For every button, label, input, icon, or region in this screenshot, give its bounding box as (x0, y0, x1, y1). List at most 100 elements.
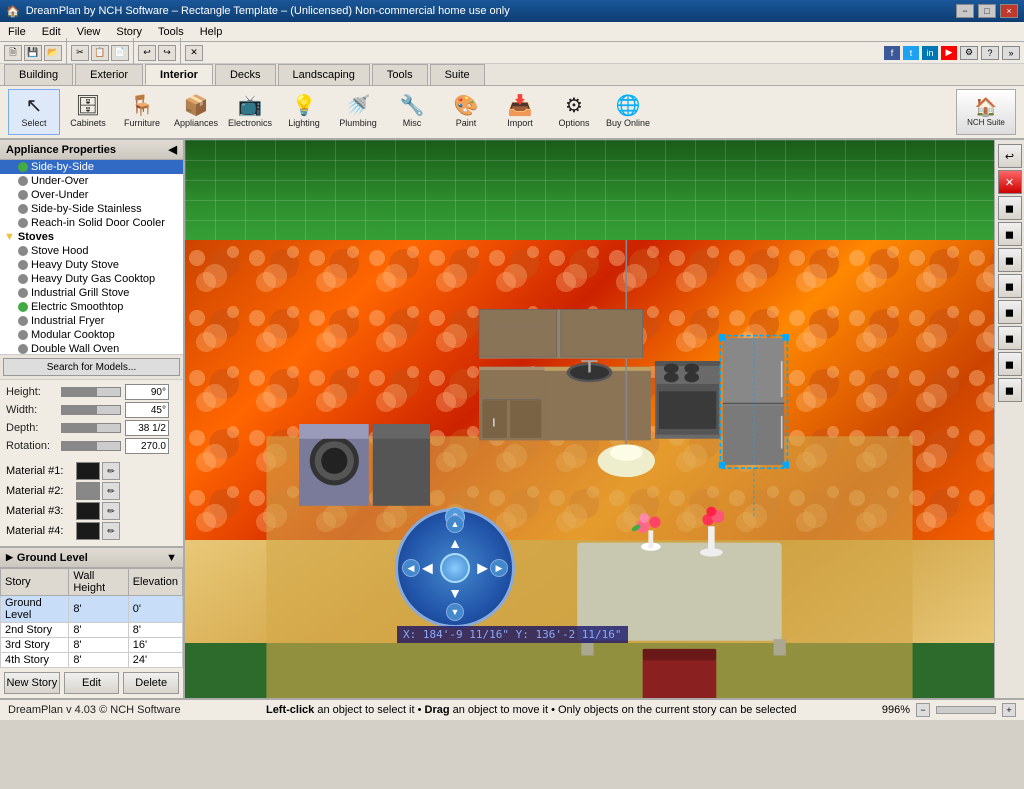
tab-tools[interactable]: Tools (372, 64, 428, 85)
appliance-panel-close[interactable]: ◀ (169, 143, 177, 156)
new-story-button[interactable]: New Story (4, 672, 60, 694)
minimize-button[interactable]: − (956, 4, 974, 18)
material3-edit-button[interactable]: ✏ (102, 502, 120, 520)
tab-landscaping[interactable]: Landscaping (278, 64, 370, 85)
sel-handle-br[interactable] (783, 462, 790, 469)
open-btn[interactable]: 📂 (44, 45, 62, 61)
menu-view[interactable]: View (69, 24, 109, 40)
3d-viewport[interactable]: ? ▲ ▼ ◀ ▶ ▲ ▼ ◀ ▶ X: 184'-9 11/16" Y: 13… (185, 140, 994, 698)
compass-nav-e[interactable]: ▶ (490, 559, 508, 577)
new-btn[interactable]: 🗎 (4, 45, 22, 61)
tool-misc[interactable]: 🔧 Misc (386, 89, 438, 135)
zoom-out-button[interactable]: − (916, 703, 930, 717)
tool-lighting[interactable]: 💡 Lighting (278, 89, 330, 135)
tree-item-over-under[interactable]: Over-Under (0, 188, 183, 202)
redo-btn[interactable]: ↪ (158, 45, 176, 61)
tab-exterior[interactable]: Exterior (75, 64, 143, 85)
height-slider[interactable] (61, 387, 121, 397)
right-btn-undo[interactable]: ↩ (998, 144, 1022, 168)
copy-btn[interactable]: 📋 (91, 45, 109, 61)
edit-story-button[interactable]: Edit (64, 672, 120, 694)
depth-value[interactable]: 38 1/2 (125, 420, 169, 436)
height-value[interactable]: 90° (125, 384, 169, 400)
tab-interior[interactable]: Interior (145, 64, 213, 85)
tool-electronics[interactable]: 📺 Electronics (224, 89, 276, 135)
youtube-icon[interactable]: ▶ (941, 46, 957, 60)
tree-item-heavy-duty-gas[interactable]: Heavy Duty Gas Cooktop (0, 272, 183, 286)
menu-help[interactable]: Help (192, 24, 231, 40)
stop-btn[interactable]: ✕ (185, 45, 203, 61)
compass-nav-s[interactable]: ▼ (446, 603, 464, 621)
settings-quick-btn[interactable]: ⚙ (960, 46, 978, 60)
tool-plumbing[interactable]: 🚿 Plumbing (332, 89, 384, 135)
tree-item-reach-in[interactable]: Reach-in Solid Door Cooler (0, 216, 183, 230)
tool-furniture[interactable]: 🪑 Furniture (116, 89, 168, 135)
maximize-button[interactable]: □ (978, 4, 996, 18)
nav-left-arrow[interactable]: ◀ (422, 560, 433, 577)
tool-paint[interactable]: 🎨 Paint (440, 89, 492, 135)
save-btn[interactable]: 💾 (24, 45, 42, 61)
tab-decks[interactable]: Decks (215, 64, 276, 85)
menu-edit[interactable]: Edit (34, 24, 69, 40)
ground-row-2[interactable]: 3rd Story 8' 16' (1, 638, 183, 653)
ground-row-3[interactable]: 4th Story 8' 24' (1, 653, 183, 668)
right-btn-3[interactable]: ◼ (998, 248, 1022, 272)
nav-down-arrow[interactable]: ▼ (448, 585, 462, 601)
tab-building[interactable]: Building (4, 64, 73, 85)
tree-item-industrial-fryer[interactable]: Industrial Fryer (0, 314, 183, 328)
right-btn-7[interactable]: ◼ (998, 352, 1022, 376)
right-btn-8[interactable]: ◼ (998, 378, 1022, 402)
tree-item-under-over[interactable]: Under-Over (0, 174, 183, 188)
compass-center[interactable] (440, 553, 470, 583)
tool-select[interactable]: ↖ Select (8, 89, 60, 135)
material4-swatch[interactable] (76, 522, 100, 540)
cut-btn[interactable]: ✂ (71, 45, 89, 61)
tool-buy-online[interactable]: 🌐 Buy Online (602, 89, 654, 135)
compass-nav-n[interactable]: ▲ (446, 515, 464, 533)
tree-item-industrial-grill[interactable]: Industrial Grill Stove (0, 286, 183, 300)
tree-item-double-wall-oven[interactable]: Double Wall Oven (0, 342, 183, 355)
compass-nav-w[interactable]: ◀ (402, 559, 420, 577)
search-models-button[interactable]: Search for Models... (3, 358, 180, 376)
menu-file[interactable]: File (0, 24, 34, 40)
ground-close-icon[interactable]: ▼ (166, 552, 177, 564)
zoom-slider[interactable] (936, 706, 996, 714)
right-btn-6[interactable]: ◼ (998, 326, 1022, 350)
rotation-value[interactable]: 270.0 (125, 438, 169, 454)
compass-outer[interactable]: ? ▲ ▼ ◀ ▶ ▲ ▼ ◀ ▶ (395, 508, 515, 628)
paste-btn[interactable]: 📄 (111, 45, 129, 61)
tab-suite[interactable]: Suite (430, 64, 485, 85)
material1-swatch[interactable] (76, 462, 100, 480)
material1-edit-button[interactable]: ✏ (102, 462, 120, 480)
twitter-icon[interactable]: t (903, 46, 919, 60)
tree-item-modular-cooktop[interactable]: Modular Cooktop (0, 328, 183, 342)
material3-swatch[interactable] (76, 502, 100, 520)
ground-row-0[interactable]: Ground Level 8' 0' (1, 596, 183, 623)
tool-cabinets[interactable]: 🗄 Cabinets (62, 89, 114, 135)
sel-handle-bl[interactable] (719, 462, 726, 469)
nav-right-arrow[interactable]: ▶ (477, 560, 488, 577)
appliance-tree[interactable]: Side-by-Side Under-Over Over-Under Side-… (0, 160, 183, 355)
material2-swatch[interactable] (76, 482, 100, 500)
tool-options[interactable]: ⚙ Options (548, 89, 600, 135)
undo-btn[interactable]: ↩ (138, 45, 156, 61)
tree-item-stoves[interactable]: ▼ Stoves (0, 230, 183, 244)
sel-handle-tl[interactable] (719, 334, 726, 341)
tree-item-heavy-duty-stove[interactable]: Heavy Duty Stove (0, 258, 183, 272)
right-btn-delete[interactable]: ✕ (998, 170, 1022, 194)
tool-appliances[interactable]: 📦 Appliances (170, 89, 222, 135)
right-btn-5[interactable]: ◼ (998, 300, 1022, 324)
tree-item-electric-smoothtop[interactable]: Electric Smoothtop (0, 300, 183, 314)
help-quick-btn[interactable]: ? (981, 46, 999, 60)
zoom-in-button[interactable]: + (1002, 703, 1016, 717)
delete-story-button[interactable]: Delete (123, 672, 179, 694)
tree-item-stove-hood[interactable]: Stove Hood (0, 244, 183, 258)
menu-tools[interactable]: Tools (150, 24, 192, 40)
tree-item-side-by-side[interactable]: Side-by-Side (0, 160, 183, 174)
right-btn-2[interactable]: ◼ (998, 222, 1022, 246)
close-button[interactable]: × (1000, 4, 1018, 18)
tool-import[interactable]: 📥 Import (494, 89, 546, 135)
width-value[interactable]: 45° (125, 402, 169, 418)
right-btn-1[interactable]: ◼ (998, 196, 1022, 220)
tree-item-side-by-side-stainless[interactable]: Side-by-Side Stainless (0, 202, 183, 216)
